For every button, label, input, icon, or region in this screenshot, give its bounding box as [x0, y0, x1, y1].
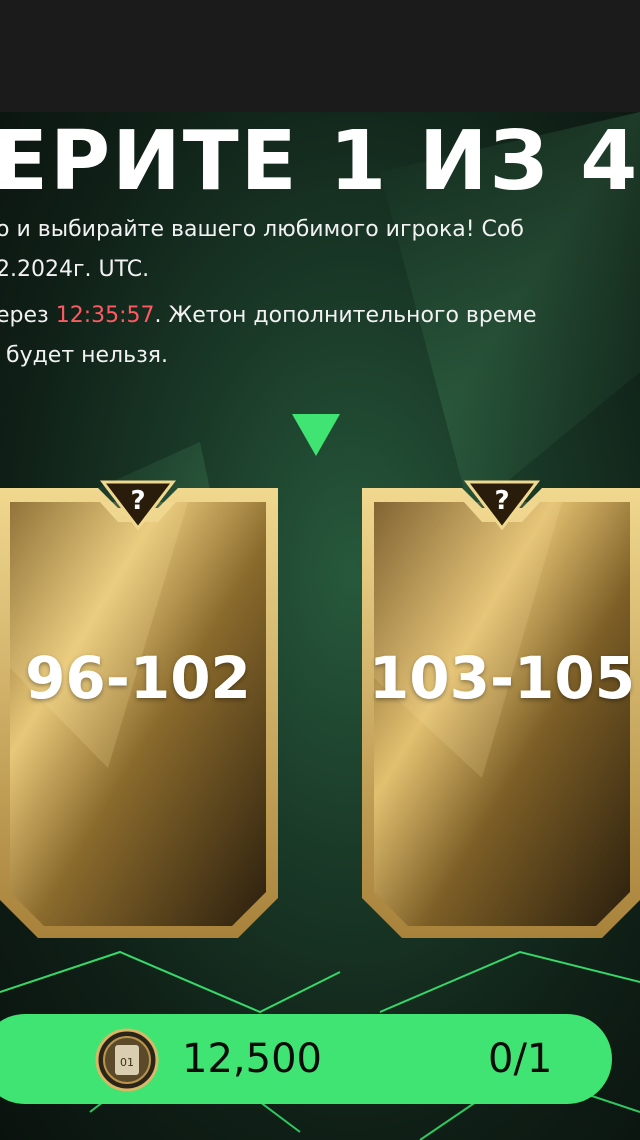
card-frame-icon: [362, 480, 640, 938]
description-line-3-prefix: ерез: [0, 303, 56, 328]
selection-arrow-icon: [292, 414, 340, 456]
page-title: ЕРИТЕ 1 ИЗ 4: [0, 114, 640, 209]
description-line-4: будет нельзя.: [6, 343, 169, 368]
purchase-count: 0/1: [488, 1036, 553, 1082]
top-status-bar: [0, 0, 640, 112]
description-line-3-suffix: . Жетон дополнительного време: [154, 303, 537, 328]
player-pick-card-1[interactable]: ? 96-102: [0, 468, 288, 958]
rating-range: 96-102: [25, 644, 251, 712]
coin-label: 01: [120, 1056, 134, 1069]
mystery-badge: ?: [494, 486, 510, 516]
token-coin-icon: 01: [95, 1028, 159, 1092]
purchase-button[interactable]: 01 12,500 0/1: [0, 1014, 612, 1104]
pick-screen: ЕРИТЕ 1 ИЗ 4 о и выбирайте вашего любимо…: [0, 112, 640, 1140]
rating-range: 103-105: [368, 644, 636, 712]
description-line-2: 2.2024г. UTC.: [0, 257, 150, 282]
description-line-3: ерез 12:35:57. Жетон дополнительного вре…: [0, 298, 640, 334]
price-value: 12,500: [182, 1036, 322, 1082]
mystery-badge: ?: [130, 486, 146, 516]
countdown-timer: 12:35:57: [55, 303, 155, 328]
player-pick-card-2[interactable]: ? 103-105: [352, 468, 640, 958]
card-frame-icon: [0, 480, 278, 938]
description-line-1: о и выбирайте вашего любимого игрока! Со…: [0, 217, 524, 242]
